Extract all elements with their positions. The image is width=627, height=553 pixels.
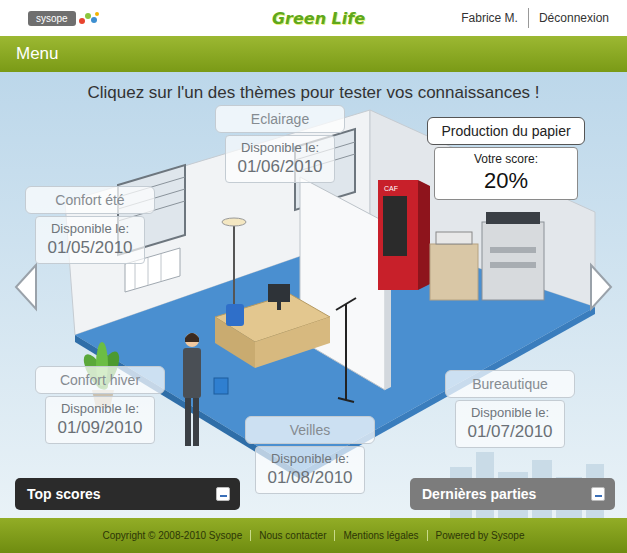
theme-body: Disponible le: 01/06/2010 xyxy=(225,135,335,183)
stage: CAF Cliquez sur l'un des thèmes pour test… xyxy=(0,72,627,518)
theme-label: Disponible le: xyxy=(230,140,330,155)
theme-label: Disponible le: xyxy=(460,405,560,420)
user-name: Fabrice M. xyxy=(461,11,518,25)
panel-title: Top scores xyxy=(27,486,101,502)
top-bar: sysopeGreen Life Fabrice M. Déconnexion xyxy=(0,0,627,36)
app-window: sysopeGreen Life Fabrice M. Déconnexion Men… xyxy=(0,0,627,553)
theme-body: Disponible le: 01/07/2010 xyxy=(455,400,565,448)
footer-link[interactable]: Powered by Sysope xyxy=(427,530,533,541)
theme-value: 01/05/2010 xyxy=(40,238,140,258)
theme-title: Eclairage xyxy=(215,105,345,133)
user-area: Fabrice M. Déconnexion xyxy=(365,8,609,28)
bin-icon xyxy=(214,378,228,394)
panel-header[interactable]: Dernières parties xyxy=(410,478,615,510)
theme-card: Bureautique Disponible le: 01/07/2010 xyxy=(445,370,575,448)
minimize-icon[interactable] xyxy=(216,487,230,501)
theme-card: Veilles Disponible le: 01/08/2010 xyxy=(245,416,375,494)
next-arrow-icon[interactable] xyxy=(588,262,614,312)
prompt-title: Cliquez sur l'un des thèmes pour tester … xyxy=(0,83,627,103)
previous-arrow-icon[interactable] xyxy=(13,262,39,312)
theme-body: Disponible le: 01/08/2010 xyxy=(255,446,365,494)
theme-value: 01/07/2010 xyxy=(460,422,560,442)
theme-title: Confort été xyxy=(25,186,155,214)
theme-card: Confort été Disponible le: 01/05/2010 xyxy=(25,186,155,264)
panel-title: Dernières parties xyxy=(422,486,536,502)
theme-body: Disponible le: 01/05/2010 xyxy=(35,216,145,264)
theme-body: Disponible le: 01/09/2010 xyxy=(45,396,155,444)
theme-value: 20% xyxy=(439,168,573,194)
theme-label: Disponible le: xyxy=(50,401,150,416)
menu-title: Menu xyxy=(16,44,59,64)
theme-title: Veilles xyxy=(245,416,375,444)
footer-link[interactable]: Nous contacter xyxy=(250,530,334,541)
person-icon xyxy=(183,333,201,446)
theme-card: Confort hiver Disponible le: 01/09/2010 xyxy=(35,366,165,444)
sysope-logo[interactable]: sysope xyxy=(28,10,272,26)
minimize-icon[interactable] xyxy=(591,487,605,501)
separator xyxy=(528,8,529,28)
copier-icon xyxy=(482,212,544,300)
footer-link: Copyright © 2008-2010 Sysope xyxy=(95,530,251,541)
panels-row: Top scores Dernières parties xyxy=(15,478,615,510)
cabinet-icon xyxy=(430,232,478,300)
theme-title: Confort hiver xyxy=(35,366,165,394)
theme-label: Votre score: xyxy=(439,152,573,166)
coat-rack-icon xyxy=(336,298,356,402)
green-life-logo[interactable]: Green Life xyxy=(272,9,365,28)
logout-link[interactable]: Déconnexion xyxy=(539,11,609,25)
sky xyxy=(0,72,627,518)
machine-label: CAF xyxy=(384,185,398,192)
menu-bar: Menu xyxy=(0,36,627,72)
theme-card: Eclairage Disponible le: 01/06/2010 xyxy=(215,105,345,183)
theme-label: Disponible le: xyxy=(260,451,360,466)
theme-title: Production du papier xyxy=(427,117,585,145)
theme-card[interactable]: Production du papier Votre score: 20% xyxy=(427,117,585,200)
panel-header[interactable]: Top scores xyxy=(15,478,240,510)
footer-link[interactable]: Mentions légales xyxy=(334,530,426,541)
theme-body: Votre score: 20% xyxy=(434,147,578,200)
theme-value: 01/09/2010 xyxy=(50,418,150,438)
theme-title: Bureautique xyxy=(445,370,575,398)
theme-value: 01/06/2010 xyxy=(230,157,330,177)
theme-value: 01/08/2010 xyxy=(260,468,360,488)
theme-label: Disponible le: xyxy=(40,221,140,236)
color-dots-icon xyxy=(78,10,100,26)
desk-icon xyxy=(215,284,330,368)
vending-machine-icon: CAF xyxy=(378,180,430,290)
footer: Copyright © 2008-2010 SysopeNous contact… xyxy=(0,518,627,553)
